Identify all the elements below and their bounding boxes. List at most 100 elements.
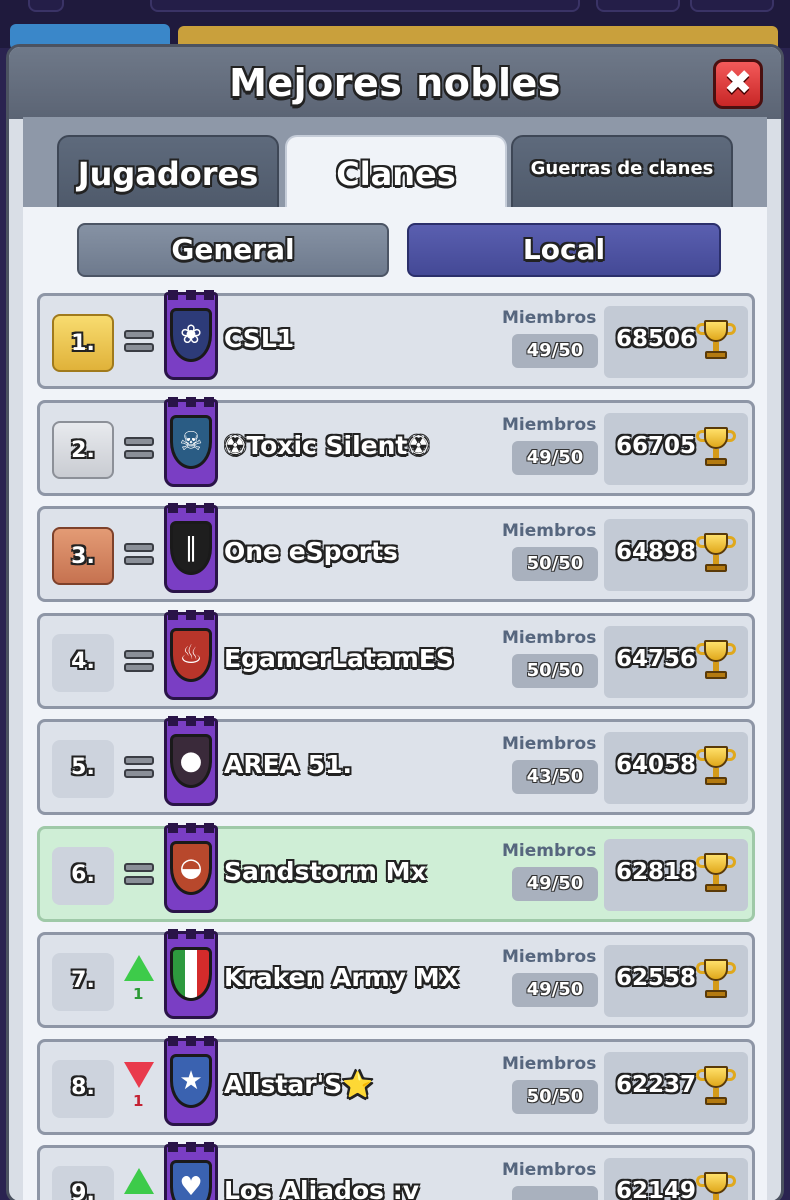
clan-badge: ∥ — [160, 503, 222, 601]
rank-unchanged-icon — [124, 543, 156, 571]
rank-number: 3. — [52, 527, 114, 585]
trophy-icon — [696, 746, 736, 790]
segment-local[interactable]: Local — [407, 223, 721, 277]
rank-change-value: 1 — [133, 985, 144, 1003]
sunset-icon: ◒ — [179, 853, 203, 883]
rank-number: 2. — [52, 421, 114, 479]
rank-change-value: 1 — [133, 1092, 144, 1110]
trophy-icon — [696, 640, 736, 684]
clan-name: Los Aliados :v — [224, 1176, 419, 1200]
members-count: 49/50 — [512, 441, 598, 475]
heart-icon: ♥ — [179, 1172, 203, 1200]
clan-row[interactable]: 5. ● AREA 51. Miembros 43/50 64058 — [37, 716, 755, 815]
clan-badge — [160, 929, 222, 1027]
rank-number: 7. — [52, 953, 114, 1011]
clan-badge: ★ — [160, 1036, 222, 1134]
background-bar-fragment — [690, 0, 774, 12]
trophy-box: 62818 — [604, 839, 748, 911]
members-count: 49/50 — [512, 973, 598, 1007]
rank-unchanged-icon — [124, 330, 156, 358]
members-count: 50/50 — [512, 547, 598, 581]
rank-unchanged-icon — [124, 650, 156, 678]
leaderboard-panel: Mejores nobles ✖ Jugadores Clanes Guerra… — [6, 44, 784, 1200]
trophy-icon — [696, 427, 736, 471]
pillars-icon: ∥ — [184, 533, 198, 563]
rank-up-icon — [124, 955, 154, 981]
clan-row[interactable]: 6. ◒ Sandstorm Mx Miembros 49/50 62818 — [37, 823, 755, 922]
members-label: Miembros — [502, 734, 597, 754]
trophy-box: 66705 — [604, 413, 748, 485]
clan-row[interactable]: 3. ∥ One eSports Miembros 50/50 64898 — [37, 503, 755, 602]
trophy-count: 62237 — [616, 1072, 697, 1098]
rank-unchanged-icon — [124, 756, 156, 784]
background-bar-fragment — [596, 0, 680, 12]
trophy-box: 62149 — [604, 1158, 748, 1200]
members-count: 50/50 — [512, 1080, 598, 1114]
clan-row[interactable]: 2. ☠ ☢Toxic Silent☢ Miembros 49/50 66705 — [37, 397, 755, 496]
rank-number: 1. — [52, 314, 114, 372]
trophy-count: 68506 — [616, 326, 697, 352]
rank-unchanged-icon — [124, 437, 156, 465]
members-label: Miembros — [502, 1160, 597, 1180]
rank-number: 8. — [52, 1060, 114, 1118]
trophy-count: 62818 — [616, 859, 697, 885]
clan-name: EgamerLatamES — [224, 644, 454, 673]
clan-name: Allstar'S⭐ — [224, 1070, 374, 1099]
trophy-box: 62237 — [604, 1052, 748, 1124]
clan-badge: ❀ — [160, 290, 222, 388]
clan-row[interactable]: 7. 1 Kraken Army MX Miembros 49/50 62558 — [37, 929, 755, 1028]
trophy-box: 64756 — [604, 626, 748, 698]
members-label: Miembros — [502, 947, 597, 967]
clan-row[interactable]: 1. ❀ CSL1 Miembros 49/50 68506 — [37, 290, 755, 389]
clan-row[interactable]: 8. 1 ★ Allstar'S⭐ Miembros 50/50 62237 — [37, 1036, 755, 1135]
clan-row[interactable]: 9. ♥ Los Aliados :v Miembros 62149 — [37, 1142, 755, 1200]
trophy-count: 62149 — [616, 1178, 697, 1200]
clan-row[interactable]: 4. ♨ EgamerLatamES Miembros 50/50 64756 — [37, 610, 755, 709]
tab-clanes[interactable]: Clanes — [285, 135, 507, 209]
rank-number: 5. — [52, 740, 114, 798]
rank-number: 6. — [52, 847, 114, 905]
elixir-drop-icon: ● — [179, 746, 203, 776]
clan-badge: ♨ — [160, 610, 222, 708]
members-count — [512, 1186, 598, 1200]
trophy-icon — [696, 320, 736, 364]
close-button[interactable]: ✖ — [713, 59, 763, 109]
members-label: Miembros — [502, 841, 597, 861]
rank-down-icon — [124, 1062, 154, 1088]
clan-name: One eSports — [224, 537, 398, 566]
clan-badge: ● — [160, 716, 222, 814]
members-count: 50/50 — [512, 654, 598, 688]
members-label: Miembros — [502, 521, 597, 541]
background-top-strip — [0, 0, 790, 52]
trophy-icon — [696, 1066, 736, 1110]
trophy-box: 64058 — [604, 732, 748, 804]
clan-badge: ♥ — [160, 1142, 222, 1200]
trophy-count: 64756 — [616, 646, 697, 672]
tab-jugadores[interactable]: Jugadores — [57, 135, 279, 209]
trophy-count: 62558 — [616, 965, 697, 991]
clan-badge: ◒ — [160, 823, 222, 921]
trophy-icon — [696, 959, 736, 1003]
star-icon: ★ — [179, 1066, 203, 1096]
tab-guerras-de-clanes[interactable]: Guerras de clanes — [511, 135, 733, 209]
rank-unchanged-icon — [124, 863, 156, 891]
members-label: Miembros — [502, 628, 597, 648]
trophy-box: 64898 — [604, 519, 748, 591]
flame-icon: ♨ — [179, 640, 203, 670]
panel-title: Mejores nobles — [229, 61, 561, 105]
clan-name: Sandstorm Mx — [224, 857, 427, 886]
members-label: Miembros — [502, 415, 597, 435]
background-tab-fragment — [28, 0, 64, 12]
segment-general[interactable]: General — [77, 223, 389, 277]
trophy-icon — [696, 853, 736, 897]
members-count: 49/50 — [512, 867, 598, 901]
trophy-box: 68506 — [604, 306, 748, 378]
lotus-icon: ❀ — [180, 320, 202, 350]
trophy-count: 64898 — [616, 539, 697, 565]
members-count: 43/50 — [512, 760, 598, 794]
members-label: Miembros — [502, 308, 597, 328]
clan-name: ☢Toxic Silent☢ — [224, 431, 430, 460]
clan-name: AREA 51. — [224, 750, 353, 779]
skull-icon: ☠ — [179, 427, 203, 457]
clan-name: Kraken Army MX — [224, 963, 459, 992]
